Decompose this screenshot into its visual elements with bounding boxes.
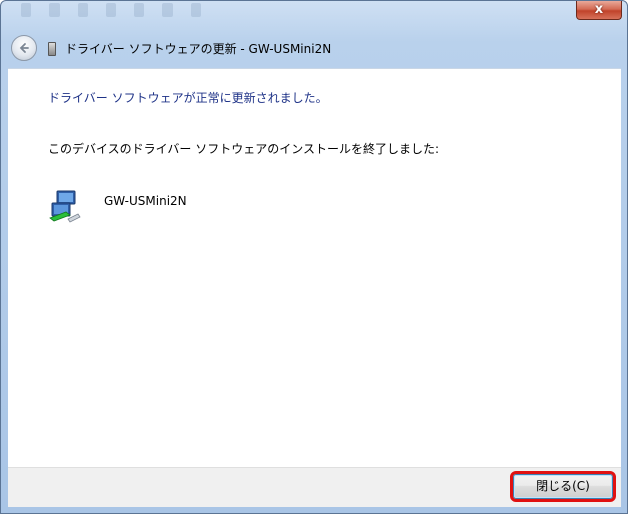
title-bar: x bbox=[1, 1, 627, 31]
completion-message: このデバイスのドライバー ソフトウェアのインストールを終了しました: bbox=[48, 142, 440, 156]
window-close-button[interactable]: x bbox=[576, 1, 622, 20]
background-ghost-toolbar bbox=[21, 3, 201, 19]
success-heading: ドライバー ソフトウェアが正常に更新されました。 bbox=[48, 91, 328, 105]
main-content: ドライバー ソフトウェアが正常に更新されました。 このデバイスのドライバー ソフ… bbox=[8, 68, 621, 467]
device-name: GW-USMini2N bbox=[104, 194, 187, 208]
usb-device-icon bbox=[48, 42, 56, 56]
network-adapter-icon bbox=[49, 190, 81, 223]
dialog-footer: 閉じる(C) bbox=[8, 467, 621, 507]
back-button[interactable] bbox=[11, 35, 37, 61]
close-button[interactable]: 閉じる(C) bbox=[510, 471, 616, 502]
navigation-bar: ドライバー ソフトウェアの更新 - GW-USMini2N bbox=[8, 31, 620, 67]
driver-update-window: x ドライバー ソフトウェアの更新 - GW-USMini2N ドライバー ソフ… bbox=[0, 0, 628, 514]
back-arrow-icon bbox=[19, 43, 29, 53]
window-title: ドライバー ソフトウェアの更新 - GW-USMini2N bbox=[65, 42, 332, 56]
